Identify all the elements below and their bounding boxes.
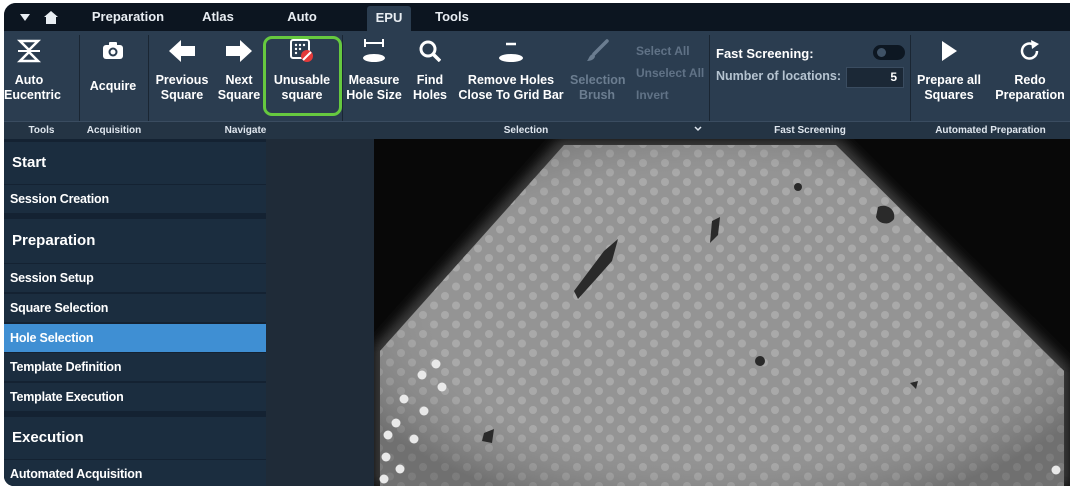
next-square-label: Next Square bbox=[217, 73, 261, 102]
brush-icon bbox=[570, 37, 624, 65]
selection-expand-chevron-icon[interactable] bbox=[692, 121, 704, 139]
tab-tools[interactable]: Tools bbox=[430, 3, 474, 31]
find-holes-button[interactable]: Find Holes bbox=[410, 35, 450, 107]
section-execution: Execution bbox=[4, 417, 266, 459]
select-all-option[interactable]: Select All bbox=[636, 44, 690, 58]
measure-hole-size-button[interactable]: Measure Hole Size bbox=[346, 35, 402, 107]
group-label-fast-screening: Fast Screening bbox=[774, 125, 846, 136]
fast-screening-title: Fast Screening: bbox=[716, 46, 814, 61]
auto-eucentric-button[interactable]: Auto Eucentric bbox=[4, 35, 61, 107]
previous-square-button[interactable]: Previous Square bbox=[154, 35, 210, 107]
sidebar-item-session-setup[interactable]: Session Setup bbox=[4, 264, 266, 293]
section-preparation: Preparation bbox=[4, 219, 266, 263]
sidebar-item-square-selection[interactable]: Square Selection bbox=[4, 294, 266, 323]
sidebar-item-session-creation[interactable]: Session Creation bbox=[4, 185, 266, 214]
ribbon-group-labels: Tools Acquisition Navigate Selection Fas… bbox=[4, 121, 1070, 139]
redo-preparation-label: Redo Preparation bbox=[995, 73, 1065, 102]
fast-screening-toggle[interactable] bbox=[873, 45, 905, 60]
toggle-knob bbox=[877, 48, 886, 57]
invert-option[interactable]: Invert bbox=[636, 88, 669, 102]
measure-hole-size-label: Measure Hole Size bbox=[346, 73, 402, 102]
group-label-selection: Selection bbox=[503, 125, 549, 136]
group-label-acquisition: Acquisition bbox=[86, 125, 142, 136]
group-label-automated-preparation: Automated Preparation bbox=[935, 125, 1046, 136]
sidebar-item-template-definition[interactable]: Template Definition bbox=[4, 353, 266, 382]
unselect-all-option[interactable]: Unselect All bbox=[636, 66, 704, 80]
next-square-button[interactable]: Next Square bbox=[216, 35, 262, 107]
remove-holes-label: Remove Holes Close To Grid Bar bbox=[458, 73, 564, 102]
sidebar-item-automated-acquisition[interactable]: Automated Acquisition bbox=[4, 460, 266, 486]
redo-preparation-button[interactable]: Redo Preparation bbox=[990, 35, 1070, 107]
auto-eucentric-icon bbox=[4, 37, 54, 65]
play-icon bbox=[914, 37, 984, 65]
tab-preparation[interactable]: Preparation bbox=[88, 3, 168, 31]
grid-square-micrograph bbox=[374, 139, 1070, 486]
redo-icon bbox=[990, 37, 1070, 65]
sidebar-item-template-execution[interactable]: Template Execution bbox=[4, 383, 266, 412]
acquire-label: Acquire bbox=[89, 79, 137, 93]
remove-holes-icon bbox=[456, 37, 566, 65]
workflow-sidebar: Start Session Creation Preparation Sessi… bbox=[4, 139, 266, 486]
tab-epu[interactable]: EPU bbox=[367, 6, 411, 31]
camera-icon bbox=[84, 37, 142, 65]
epu-window: Preparation Atlas Auto Functions EPU Too… bbox=[4, 3, 1070, 486]
acquire-button[interactable]: Acquire bbox=[84, 35, 142, 107]
number-of-locations-input[interactable]: 5 bbox=[846, 67, 904, 88]
dropdown-menu-icon[interactable] bbox=[14, 3, 36, 31]
magnifier-icon bbox=[410, 37, 450, 65]
prepare-all-squares-label: Prepare all Squares bbox=[917, 73, 981, 102]
tab-atlas[interactable]: Atlas bbox=[198, 3, 238, 31]
prepare-all-squares-button[interactable]: Prepare all Squares bbox=[914, 35, 984, 107]
sidebar-item-hole-selection[interactable]: Hole Selection bbox=[4, 324, 266, 353]
main-view-area bbox=[266, 139, 1070, 486]
menu-tab-bar: Preparation Atlas Auto Functions EPU Too… bbox=[4, 3, 1070, 52]
remove-holes-button[interactable]: Remove Holes Close To Grid Bar bbox=[456, 35, 566, 107]
auto-eucentric-label: Auto Eucentric bbox=[4, 73, 61, 102]
grid-square-image[interactable] bbox=[374, 139, 1070, 486]
measure-icon bbox=[346, 37, 402, 65]
find-holes-label: Find Holes bbox=[412, 73, 448, 102]
arrow-right-icon bbox=[216, 37, 262, 65]
home-icon[interactable] bbox=[40, 3, 62, 31]
unusable-square-highlight bbox=[263, 36, 342, 116]
section-start: Start bbox=[4, 142, 266, 184]
group-label-navigate: Navigate bbox=[224, 125, 267, 136]
selection-brush-label: Selection Brush bbox=[570, 73, 626, 102]
previous-square-label: Previous Square bbox=[155, 73, 209, 102]
number-of-locations-label: Number of locations: bbox=[716, 69, 842, 83]
arrow-left-icon bbox=[154, 37, 210, 65]
selection-brush-button[interactable]: Selection Brush bbox=[570, 35, 626, 107]
tab-auto-functions[interactable]: Auto Functions bbox=[256, 3, 348, 52]
group-label-tools: Tools bbox=[28, 125, 55, 136]
